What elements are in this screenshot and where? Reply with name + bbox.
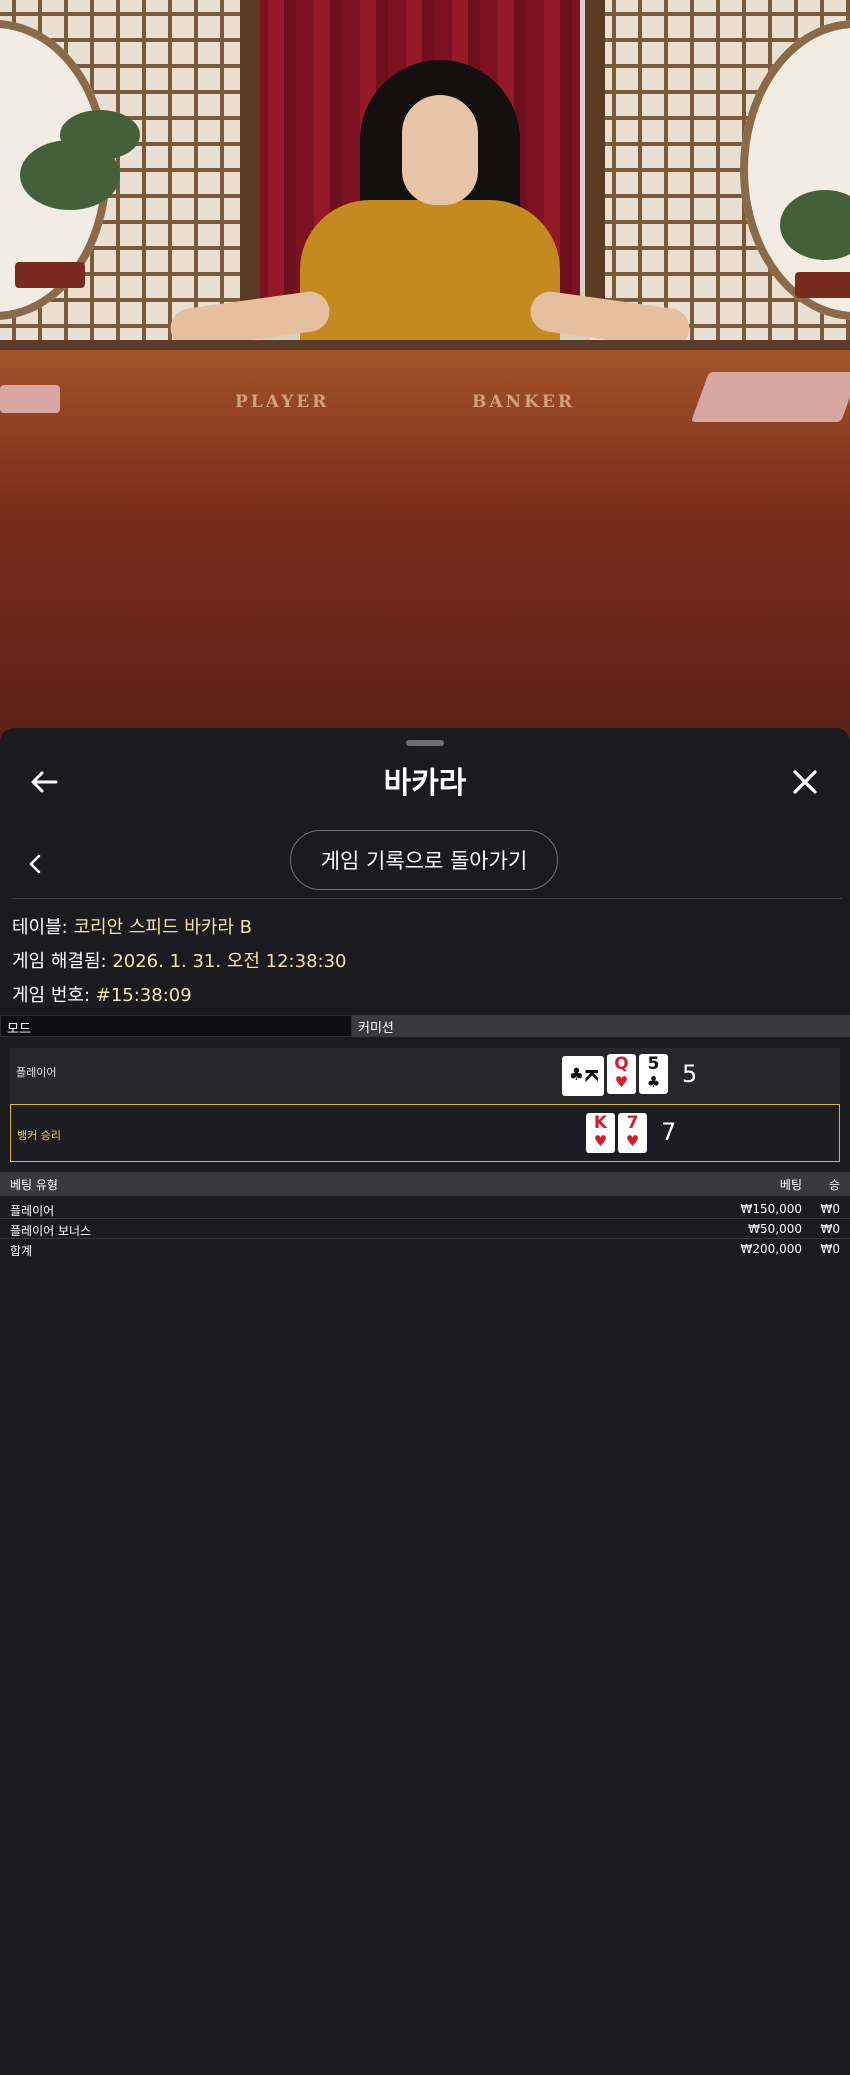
bet-amount-cell: ₩200,000 xyxy=(740,1242,803,1256)
game-number-info: 게임 번호: #15:38:09 xyxy=(12,981,192,1007)
game-number-value: #15:38:09 xyxy=(95,985,192,1006)
bet-amount-cell: ₩150,000 xyxy=(740,1202,803,1216)
header-divider xyxy=(12,898,842,899)
pillar-left xyxy=(240,0,260,330)
player-card-1-face: ♣K xyxy=(568,1065,601,1085)
resolved-info: 게임 해결됨: 2026. 1. 31. 오전 12:38:30 xyxy=(12,947,347,973)
banker-card-2-suit: ♥ xyxy=(625,1132,640,1150)
resolved-info-label: 게임 해결됨: xyxy=(12,951,113,972)
player-card-2-rank: Q xyxy=(614,1054,629,1074)
banker-win-label: 뱅커 승리 xyxy=(17,1129,61,1142)
table-row-total: 합계 ₩200,000 ₩0 xyxy=(0,1238,850,1258)
bets-table-header: 베팅 유형 베팅 승 xyxy=(0,1172,850,1196)
win-amount-cell: ₩0 xyxy=(820,1202,841,1216)
mode-label: 모드 xyxy=(0,1015,352,1037)
banker-card-1-rank: K xyxy=(593,1113,608,1133)
win-amount-cell: ₩0 xyxy=(820,1242,841,1256)
win-amount-cell: ₩0 xyxy=(820,1222,841,1236)
player-score: 5 xyxy=(682,1060,698,1088)
player-card-3-suit: ♣ xyxy=(646,1073,661,1091)
live-video-feed: PLAYER BANKER xyxy=(0,0,850,740)
bet-type-cell: 합계 xyxy=(10,1244,33,1258)
table-info-value: 코리안 스피드 바카라 B xyxy=(73,917,253,938)
player-card-2-suit: ♥ xyxy=(614,1073,629,1091)
bet-type-cell: 플레이어 xyxy=(10,1204,55,1218)
table-info-label: 테이블: xyxy=(12,917,74,938)
back-to-history-button[interactable]: 게임 기록으로 돌아가기 xyxy=(290,830,558,890)
bet-type-cell: 플레이어 보너스 xyxy=(10,1224,92,1238)
table-info: 테이블: 코리안 스피드 바카라 B xyxy=(12,913,252,939)
col-bet-amount: 베팅 xyxy=(779,1178,802,1192)
bonsai-left-top xyxy=(60,110,140,160)
game-number-label: 게임 번호: xyxy=(12,985,96,1006)
close-button[interactable] xyxy=(785,762,825,802)
table-label-banker: BANKER xyxy=(472,392,575,412)
mode-value-commission: 커미션 xyxy=(352,1015,850,1037)
banker-card-2: 7 ♥ xyxy=(618,1113,647,1153)
dealer-face xyxy=(402,95,478,205)
chevron-left-icon xyxy=(29,854,41,874)
previous-game-button[interactable] xyxy=(20,846,50,882)
close-icon xyxy=(793,770,817,794)
player-result-row: 플레이어 ♣K Q ♥ 5 ♣ 5 xyxy=(10,1048,840,1104)
table-row: 플레이어 ₩150,000 ₩0 xyxy=(0,1198,850,1219)
game-detail-sheet: 바카라 게임 기록으로 돌아가기 테이블: 코리안 스피드 바카라 B 게임 해… xyxy=(0,728,850,2075)
player-label: 플레이어 xyxy=(16,1066,57,1079)
table-row: 플레이어 보너스 ₩50,000 ₩0 xyxy=(0,1218,850,1239)
pot-left xyxy=(15,262,85,288)
player-card-3: 5 ♣ xyxy=(639,1054,668,1094)
banker-card-2-rank: 7 xyxy=(626,1113,639,1133)
banker-card-1: K ♥ xyxy=(586,1113,615,1153)
col-bet-type: 베팅 유형 xyxy=(10,1178,58,1192)
pillar-right xyxy=(585,0,605,330)
player-card-2: Q ♥ xyxy=(607,1054,636,1094)
banker-card-1-suit: ♥ xyxy=(593,1132,608,1150)
player-card-3-rank: 5 xyxy=(647,1054,660,1074)
page-title: 바카라 xyxy=(383,766,467,801)
card-shoe-right xyxy=(690,372,850,422)
banker-result-row: 뱅커 승리 K ♥ 7 ♥ 7 xyxy=(10,1104,840,1162)
mode-bar: 모드 커미션 xyxy=(0,1015,850,1037)
banker-score: 7 xyxy=(661,1118,677,1146)
bet-amount-cell: ₩50,000 xyxy=(748,1222,802,1236)
card-tray-left xyxy=(0,385,60,413)
sheet-grabber[interactable] xyxy=(406,740,444,746)
table-label-player: PLAYER xyxy=(235,392,330,412)
col-win: 승 xyxy=(828,1178,840,1192)
player-card-1: ♣K xyxy=(562,1056,604,1096)
resolved-info-value: 2026. 1. 31. 오전 12:38:30 xyxy=(112,951,347,972)
pot-right xyxy=(795,272,850,298)
